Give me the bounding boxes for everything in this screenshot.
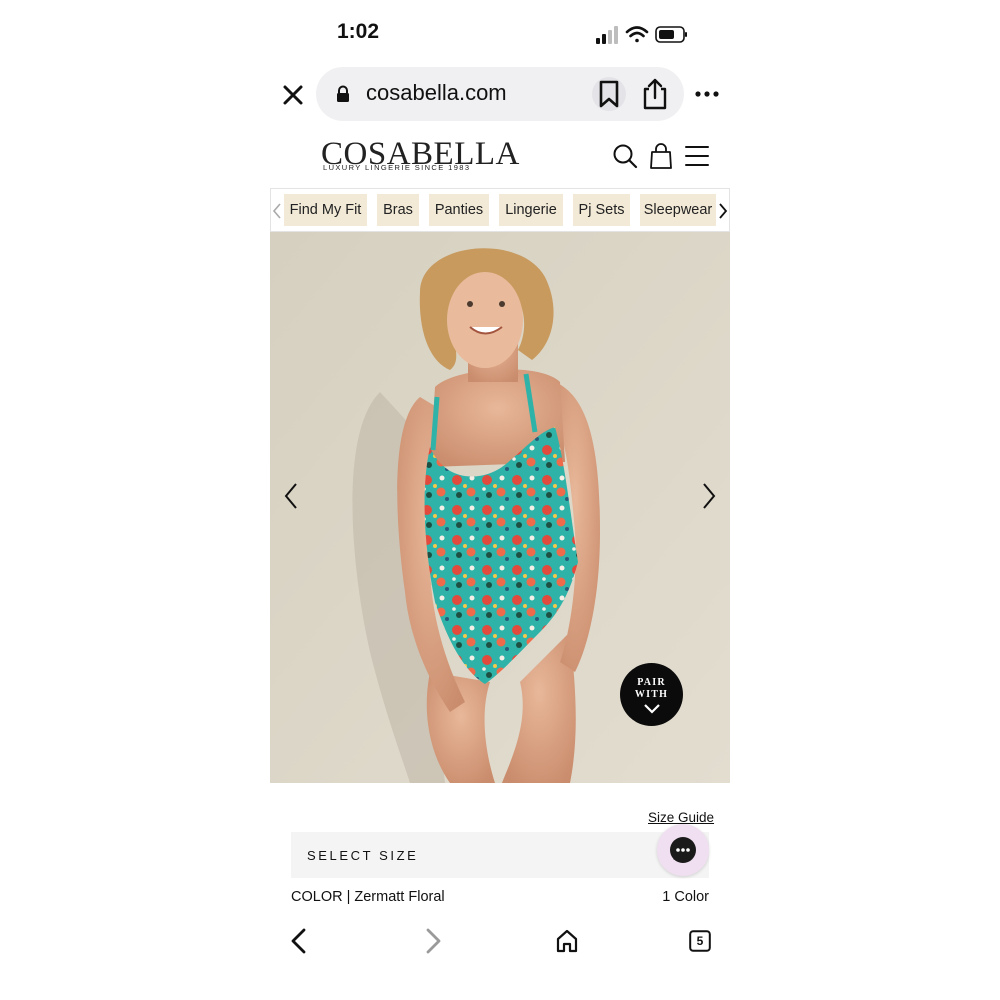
tabs-count: 5 bbox=[696, 934, 704, 948]
menu-icon[interactable] bbox=[684, 144, 710, 168]
chat-icon bbox=[670, 837, 696, 863]
tabs-button[interactable]: 5 bbox=[689, 930, 711, 952]
category-next-icon[interactable] bbox=[717, 201, 729, 221]
size-guide-link[interactable]: Size Guide bbox=[648, 810, 714, 825]
signal-icon bbox=[596, 26, 618, 44]
image-next-icon[interactable] bbox=[700, 482, 718, 510]
category-bras[interactable]: Bras bbox=[377, 194, 419, 226]
pair-with-button[interactable]: PAIR WITH bbox=[620, 663, 683, 726]
more-icon[interactable] bbox=[693, 83, 721, 105]
category-prev-icon[interactable] bbox=[271, 201, 283, 221]
color-label: COLOR | Zermatt Floral bbox=[291, 889, 445, 905]
home-icon[interactable] bbox=[555, 928, 579, 954]
select-size-label: SELECT SIZE bbox=[307, 848, 419, 863]
battery-icon bbox=[655, 26, 687, 43]
status-icons bbox=[596, 26, 687, 44]
chat-button[interactable] bbox=[657, 824, 709, 876]
close-icon[interactable] bbox=[278, 80, 308, 110]
category-panties[interactable]: Panties bbox=[429, 194, 489, 226]
chevron-down-icon bbox=[644, 704, 660, 714]
status-time: 1:02 bbox=[337, 20, 380, 43]
category-lingerie[interactable]: Lingerie bbox=[499, 194, 563, 226]
color-count: 1 Color bbox=[662, 889, 709, 905]
share-icon[interactable] bbox=[640, 76, 670, 112]
pair-with-line1: PAIR bbox=[637, 677, 666, 688]
category-pj-sets[interactable]: Pj Sets bbox=[573, 194, 630, 226]
lock-icon bbox=[337, 85, 349, 102]
bag-icon[interactable] bbox=[649, 142, 673, 170]
select-size-dropdown[interactable]: SELECT SIZE bbox=[291, 832, 709, 878]
image-prev-icon[interactable] bbox=[282, 482, 300, 510]
back-icon[interactable] bbox=[289, 928, 309, 954]
category-find-my-fit[interactable]: Find My Fit bbox=[284, 194, 367, 226]
url-text[interactable]: cosabella.com bbox=[366, 80, 507, 106]
wifi-icon bbox=[625, 26, 649, 43]
pair-with-label: PAIR WITH bbox=[620, 677, 683, 701]
logo-tagline: LUXURY LINGERIE SINCE 1983 bbox=[323, 163, 471, 172]
category-sleepwear[interactable]: Sleepwear bbox=[640, 194, 716, 226]
bookmark-icon[interactable] bbox=[592, 76, 626, 112]
pair-with-line2: WITH bbox=[634, 689, 669, 700]
search-icon[interactable] bbox=[612, 143, 638, 169]
forward-icon[interactable] bbox=[423, 928, 443, 954]
site-logo[interactable]: COSABELLA LUXURY LINGERIE SINCE 1983 bbox=[321, 136, 519, 176]
